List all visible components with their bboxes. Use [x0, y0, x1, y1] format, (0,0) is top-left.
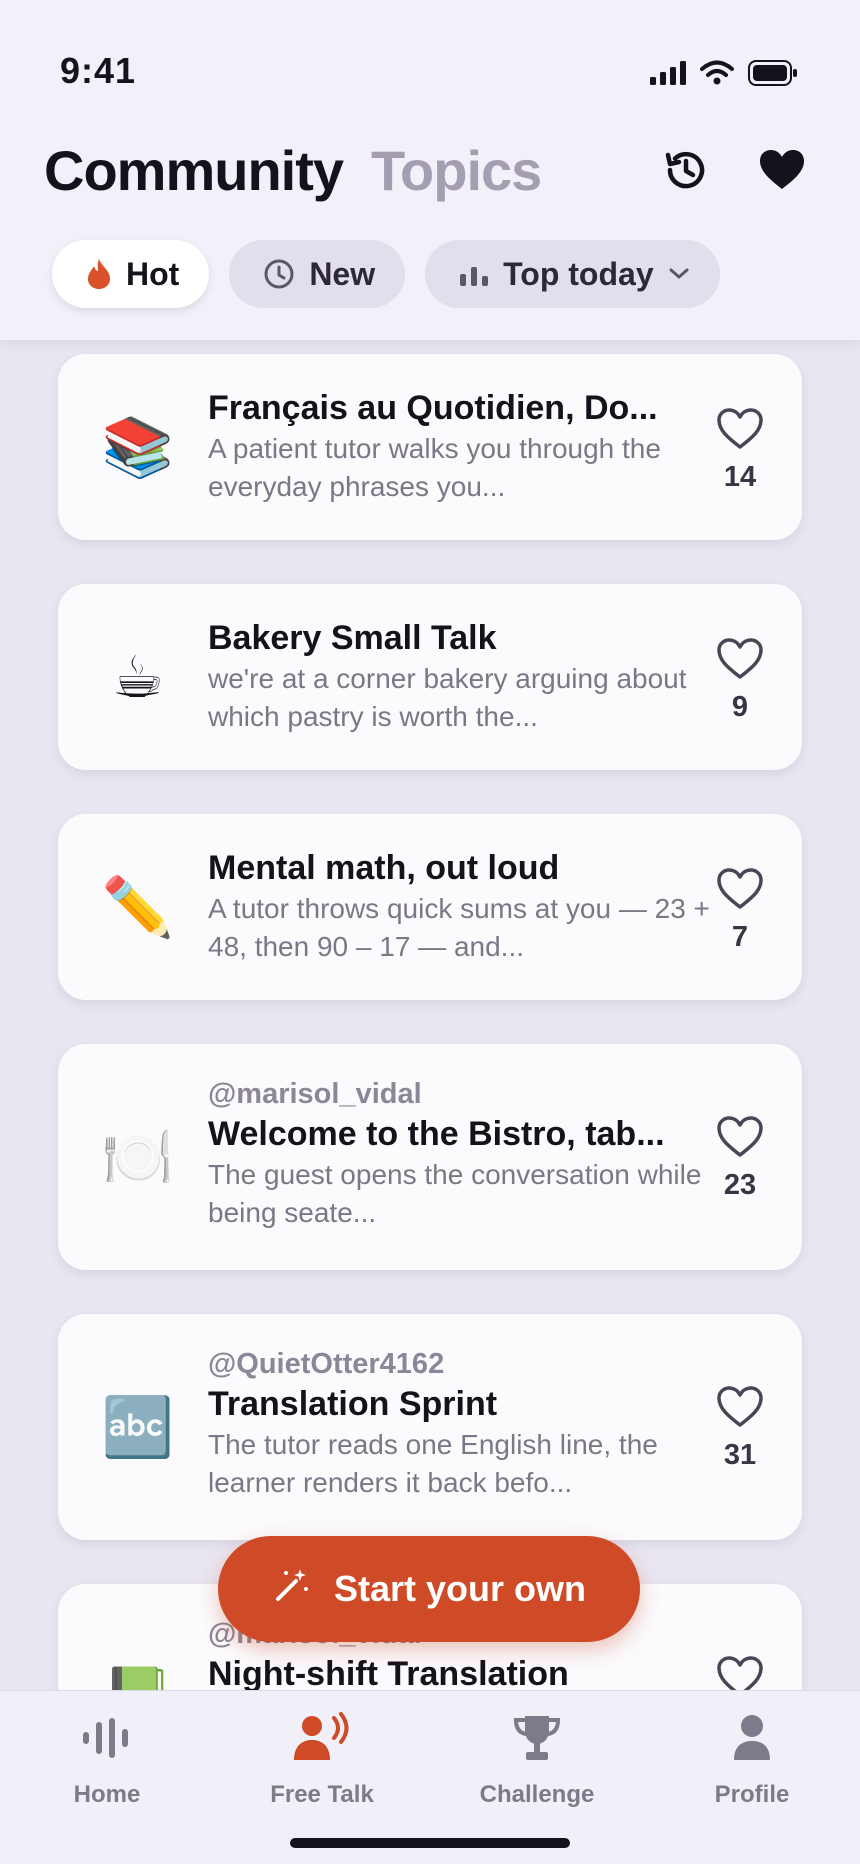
card-body: @marisol_vidal Welcome to the Bistro, ta…: [208, 1076, 728, 1232]
topic-emoji-icon: ☕: [112, 643, 164, 711]
filter-hot-chip[interactable]: Hot: [52, 240, 210, 308]
topic-emoji-icon: 🍽️: [101, 1123, 175, 1191]
tab-community[interactable]: Community: [44, 138, 344, 203]
card-body: @QuietOtter4162 Translation Sprint The t…: [208, 1346, 728, 1502]
list-item[interactable]: ✏️ Mental math, out loud A tutor throws …: [58, 814, 802, 1000]
status-icons: [650, 60, 798, 91]
filter-hot-label: Hot: [126, 255, 180, 292]
start-your-own-label: Start your own: [333, 1568, 587, 1609]
clock-icon: [263, 258, 295, 290]
segment-tabs: Community Topics: [44, 130, 542, 210]
like-button[interactable]: 23: [708, 1116, 772, 1202]
card-body: Français au Quotidien, Do... A patient t…: [208, 386, 728, 506]
heart-outline-icon: [717, 408, 763, 449]
filter-top-today-label: Top today: [503, 255, 654, 292]
tab-free-talk-label: Free Talk: [270, 1781, 374, 1808]
card-description: The tutor reads one English line, the le…: [208, 1429, 658, 1498]
card-body: Bakery Small Talk we're at a corner bake…: [208, 616, 728, 736]
tab-home[interactable]: Home: [17, 1709, 197, 1809]
community-feed[interactable]: 📚 Français au Quotidien, Do... A patient…: [0, 340, 860, 1690]
card-title: Bakery Small Talk: [208, 619, 497, 657]
filter-new-label: New: [309, 255, 376, 292]
signal-icon: [650, 61, 686, 90]
top-header: 9:41 Community Topics Hot New Top today: [0, 0, 860, 340]
card-title: Night-shift Translation: [208, 1655, 569, 1690]
tab-home-label: Home: [73, 1781, 141, 1808]
like-count: 9: [731, 691, 749, 723]
card-title: Mental math, out loud: [208, 849, 560, 887]
wifi-icon: [700, 60, 734, 91]
card-author[interactable]: @QuietOtter4162: [208, 1346, 728, 1382]
list-item[interactable]: 🍽️ @marisol_vidal Welcome to the Bistro,…: [58, 1044, 802, 1270]
card-title: Français au Quotidien, Do...: [208, 389, 658, 427]
tab-challenge[interactable]: Challenge: [447, 1709, 627, 1809]
topic-emoji-icon: 📗: [100, 1659, 176, 1690]
heart-outline-icon: [717, 1386, 763, 1427]
card-description: we're at a corner bakery arguing about w…: [208, 663, 687, 732]
magic-wand-icon: [272, 1565, 312, 1614]
topic-emoji-icon: 🔤: [101, 1393, 175, 1461]
person-speaking-icon: [232, 1709, 412, 1767]
card-author[interactable]: @marisol_vidal: [208, 1076, 728, 1112]
tab-profile-label: Profile: [714, 1781, 790, 1808]
like-button[interactable]: 14: [708, 408, 772, 494]
home-indicator: [290, 1838, 570, 1848]
topic-emoji-icon: ✏️: [101, 873, 175, 941]
history-icon[interactable]: [656, 140, 716, 200]
heart-outline-icon: [717, 868, 763, 909]
like-count: 14: [723, 461, 757, 493]
heart-outline-icon: [717, 1116, 763, 1157]
heart-filled-icon[interactable]: [752, 140, 812, 200]
tab-profile[interactable]: Profile: [662, 1709, 842, 1809]
trophy-icon: [447, 1709, 627, 1767]
status-time: 9:41: [60, 50, 137, 91]
filter-chips: Hot New Top today: [52, 240, 720, 308]
like-button[interactable]: 31: [708, 1386, 772, 1472]
card-description: A patient tutor walks you through the ev…: [208, 433, 661, 502]
topic-emoji-icon: 📚: [101, 413, 175, 481]
filter-top-today-dropdown[interactable]: Top today: [425, 240, 720, 308]
like-button[interactable]: 9: [708, 638, 772, 724]
like-button[interactable]: [708, 1656, 772, 1690]
tab-challenge-label: Challenge: [479, 1781, 595, 1808]
card-description: A tutor throws quick sums at you — 23 + …: [208, 893, 710, 962]
flame-icon: [86, 258, 112, 290]
battery-icon: [748, 60, 798, 91]
card-title: Translation Sprint: [208, 1385, 498, 1423]
like-count: 31: [723, 1439, 757, 1471]
waveform-icon: [17, 1709, 197, 1767]
list-item[interactable]: 🔤 @QuietOtter4162 Translation Sprint The…: [58, 1314, 802, 1540]
heart-outline-icon: [717, 1656, 763, 1690]
person-icon: [662, 1709, 842, 1767]
card-description: The guest opens the conversation while b…: [208, 1159, 702, 1228]
card-body: Mental math, out loud A tutor throws qui…: [208, 846, 728, 966]
start-your-own-button[interactable]: Start your own: [218, 1536, 640, 1642]
like-button[interactable]: 7: [708, 868, 772, 954]
like-count: 7: [731, 921, 749, 953]
tab-topics[interactable]: Topics: [371, 138, 542, 203]
list-item[interactable]: ☕ Bakery Small Talk we're at a corner ba…: [58, 584, 802, 770]
heart-outline-icon: [717, 638, 763, 679]
bar-chart-icon: [459, 261, 489, 287]
tab-free-talk[interactable]: Free Talk: [232, 1709, 412, 1809]
status-bar: 9:41: [0, 0, 860, 120]
like-count: 23: [723, 1169, 757, 1201]
list-item[interactable]: 📚 Français au Quotidien, Do... A patient…: [58, 354, 802, 540]
card-title: Welcome to the Bistro, tab...: [208, 1115, 665, 1153]
filter-new-chip[interactable]: New: [229, 240, 406, 308]
chevron-down-icon: [668, 267, 690, 281]
